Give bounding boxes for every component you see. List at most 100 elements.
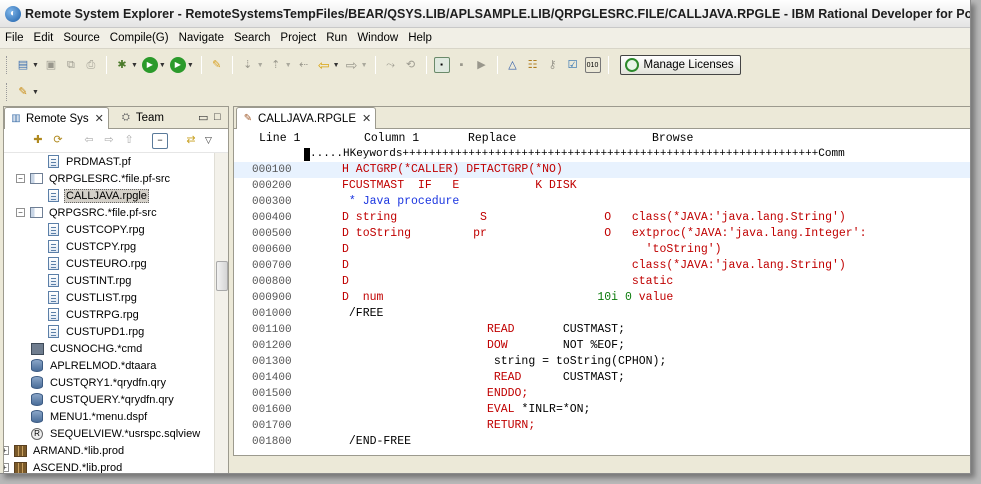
tree-item[interactable]: CUSTCPY.rpg (46, 238, 138, 255)
view-menu-icon[interactable]: ▽ (205, 135, 212, 146)
menu-compile[interactable]: Compile(G) (105, 28, 174, 49)
code-line[interactable]: 001400 READ CUSTMAST; (234, 370, 970, 386)
tree-item[interactable]: CUSTUPD1.rpg (46, 323, 146, 340)
new-connection-icon[interactable]: ✚ (30, 133, 46, 149)
next-annotation-dropdown-icon[interactable]: ▼ (257, 62, 264, 69)
previous-annotation-dropdown-icon[interactable]: ▼ (285, 62, 292, 69)
code-line[interactable]: 000400 D string S O class(*JAVA:'java.lan… (234, 210, 970, 226)
back-icon[interactable]: ⇦ (81, 133, 97, 149)
collapse-icon[interactable]: − (16, 174, 25, 183)
new-icon[interactable]: ▤ (15, 57, 31, 73)
close-icon[interactable]: ✕ (95, 112, 104, 125)
tree-item[interactable]: CALLJAVA.rpgle (46, 187, 149, 204)
close-icon[interactable]: ✕ (362, 112, 371, 125)
maximize-icon[interactable]: □ (214, 111, 221, 123)
stop-icon[interactable]: ▪ (454, 57, 470, 73)
tab-remote-systems[interactable]: ▥ Remote Sys ✕ (4, 107, 109, 129)
previous-annotation-icon[interactable]: ⇡ (268, 57, 284, 73)
debug-dropdown-icon[interactable]: ▼ (131, 62, 138, 69)
tree-item[interactable]: PRDMAST.pf (46, 153, 133, 170)
menu-window[interactable]: Window (352, 28, 403, 49)
run-dropdown-icon[interactable]: ▼ (159, 62, 166, 69)
last-edit-icon[interactable]: ⇠ (296, 57, 312, 73)
link-with-editor-icon[interactable]: ⇄ (183, 133, 199, 149)
print-icon[interactable]: ⎙ (83, 57, 99, 73)
menu-file[interactable]: File (0, 28, 29, 49)
triangle-icon[interactable]: △ (505, 57, 521, 73)
back-dropdown-icon[interactable]: ▼ (333, 62, 340, 69)
hierarchy-icon[interactable]: ☷ (525, 57, 541, 73)
menu-navigate[interactable]: Navigate (174, 28, 229, 49)
pencil-icon[interactable]: ✎ (209, 57, 225, 73)
new-dropdown-icon[interactable]: ▼ (32, 62, 39, 69)
code-line[interactable]: 001800 /END-FREE (234, 434, 970, 450)
tree-item[interactable]: CUSTINT.rpg (46, 272, 133, 289)
tab-team[interactable]: ⛭ Team (115, 107, 168, 128)
code-line[interactable]: 001100 READ CUSTMAST; (234, 322, 970, 338)
tree-item[interactable]: CUSTQUERY.*qrydfn.qry (30, 391, 176, 408)
sync-icon[interactable]: ⟲ (403, 57, 419, 73)
code-line[interactable]: 000900 D num 10i 0 value (234, 290, 970, 306)
next-annotation-icon[interactable]: ⇣ (240, 57, 256, 73)
code-line[interactable]: 001600 EVAL *INLR=*ON; (234, 402, 970, 418)
menu-search[interactable]: Search (229, 28, 275, 49)
expand-icon[interactable]: + (4, 446, 9, 455)
resume-icon[interactable]: ▶ (474, 57, 490, 73)
code-line[interactable]: 001200 DOW NOT %EOF; (234, 338, 970, 354)
expand-icon[interactable]: + (4, 463, 9, 472)
code-line[interactable]: 001500 ENDDO; (234, 386, 970, 402)
tree-item[interactable]: MENU1.*menu.dspf (30, 408, 149, 425)
tree-item[interactable]: CUSTEURO.rpg (46, 255, 149, 272)
menu-source[interactable]: Source (58, 28, 104, 49)
tree-item[interactable]: − QRPGSRC.*file.pf-src (16, 204, 159, 221)
toolbar-grip[interactable] (6, 83, 9, 101)
tree-item[interactable]: CUSTCOPY.rpg (46, 221, 147, 238)
external-tools-icon[interactable]: ▶ (169, 57, 186, 73)
save-icon[interactable]: ▣ (43, 57, 59, 73)
code-line[interactable]: 000800 D static (234, 274, 970, 290)
clipboard-icon[interactable]: ☑ (565, 57, 581, 73)
code-line[interactable]: 000200 FCUSTMAST IF E K DISK (234, 178, 970, 194)
forward-dropdown-icon[interactable]: ▼ (361, 62, 368, 69)
terminal-icon[interactable]: ▪ (433, 57, 450, 73)
menu-edit[interactable]: Edit (29, 28, 59, 49)
debug-icon[interactable]: ✱ (114, 57, 130, 73)
code-line[interactable]: 001700 RETURN; (234, 418, 970, 434)
tree-item[interactable]: APLRELMOD.*dtaara (30, 357, 158, 374)
wand-icon[interactable]: ✎ (15, 84, 31, 100)
back-icon[interactable]: ⇦ (316, 57, 332, 73)
toolbar-grip[interactable] (6, 56, 9, 74)
code-line[interactable]: 000600 D 'toString') (234, 242, 970, 258)
link-icon[interactable]: ⤳ (383, 57, 399, 73)
code-line[interactable]: 000100 H ACTGRP(*CALLER) DFTACTGRP(*NO) (234, 162, 970, 178)
tree-item[interactable]: CUSTRPG.rpg (46, 306, 141, 323)
save-all-icon[interactable]: ⧉ (63, 57, 79, 73)
tree-item[interactable]: CUSTLIST.rpg (46, 289, 139, 306)
collapse-icon[interactable]: − (16, 208, 25, 217)
scrollbar-thumb[interactable] (216, 261, 228, 291)
code-line[interactable]: 001000 /FREE (234, 306, 970, 322)
manage-licenses-button[interactable]: Manage Licenses (619, 55, 741, 75)
minimize-icon[interactable]: ▭ (198, 111, 208, 124)
run-icon[interactable]: ▶ (141, 57, 158, 73)
menu-project[interactable]: Project (275, 28, 321, 49)
forward-icon[interactable]: ⇨ (101, 133, 117, 149)
up-icon[interactable]: ⇧ (121, 133, 137, 149)
tree-item[interactable]: CUSTQRY1.*qrydfn.qry (30, 374, 168, 391)
code-line[interactable]: 000300 * Java procedure (234, 194, 970, 210)
refresh-icon[interactable]: ⟳ (50, 133, 66, 149)
tab-calljava-rpgle[interactable]: ✎ CALLJAVA.RPGLE ✕ (236, 107, 377, 129)
tree-item[interactable]: + ASCEND.*lib.prod (4, 459, 124, 473)
code-area[interactable]: 000100 H ACTGRP(*CALLER) DFTACTGRP(*NO) 00… (234, 162, 970, 450)
key-icon[interactable]: ⚷ (545, 57, 561, 73)
collapse-all-icon[interactable]: − (152, 132, 168, 149)
tree-item[interactable]: + ARMAND.*lib.prod (4, 442, 126, 459)
external-tools-dropdown-icon[interactable]: ▼ (187, 62, 194, 69)
menu-run[interactable]: Run (321, 28, 352, 49)
forward-icon[interactable]: ⇨ (344, 57, 360, 73)
tree-item[interactable]: − QRPGLESRC.*file.pf-src (16, 170, 172, 187)
code-line[interactable]: 001300 string = toString(CPHON); (234, 354, 970, 370)
code-line[interactable]: 000700 D class(*JAVA:'java.lang.String') (234, 258, 970, 274)
vertical-scrollbar[interactable] (214, 153, 228, 473)
binary-icon[interactable]: 010 (584, 57, 601, 73)
